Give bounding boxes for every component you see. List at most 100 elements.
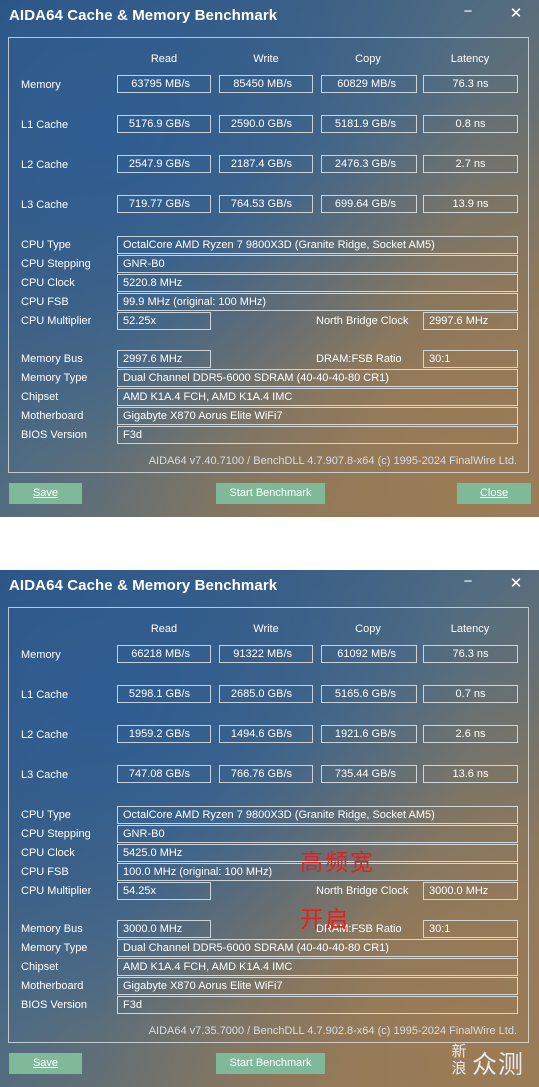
memory-latency-value: 76.3 ns xyxy=(423,645,518,663)
row-label-l3: L3 Cache xyxy=(21,769,69,781)
bios-version-label: BIOS Version xyxy=(21,999,88,1011)
cpu-multiplier-value: 52.25x xyxy=(117,312,211,330)
l1-read-value: 5298.1 GB/s xyxy=(117,685,211,703)
watermark-line2: 浪 xyxy=(451,1059,467,1077)
l3-copy-value: 699.64 GB/s xyxy=(321,195,417,213)
nb-clock-value: 3000.0 MHz xyxy=(423,882,518,900)
row-label-l2: L2 Cache xyxy=(21,729,69,741)
memory-type-label: Memory Type xyxy=(21,942,88,954)
nb-clock-label: North Bridge Clock xyxy=(316,315,409,327)
memory-write-value: 85450 MB/s xyxy=(219,75,313,93)
nb-clock-value: 2997.6 MHz xyxy=(423,312,518,330)
l3-copy-value: 735.44 GB/s xyxy=(321,765,417,783)
l1-read-value: 5176.9 GB/s xyxy=(117,115,211,133)
memory-bus-value: 2997.6 MHz xyxy=(117,350,211,368)
start-benchmark-button[interactable]: Start Benchmark xyxy=(216,483,325,504)
memory-bus-label: Memory Bus xyxy=(21,923,83,935)
l2-latency-value: 2.7 ns xyxy=(423,155,518,173)
memory-read-value: 66218 MB/s xyxy=(117,645,211,663)
cpu-clock-value: 5220.8 MHz xyxy=(117,274,518,292)
l3-read-value: 747.08 GB/s xyxy=(117,765,211,783)
cpu-type-label: CPU Type xyxy=(21,809,71,821)
l3-write-value: 764.53 GB/s xyxy=(219,195,313,213)
l2-latency-value: 2.6 ns xyxy=(423,725,518,743)
bios-version-value: F3d xyxy=(117,996,518,1014)
row-label-l1: L1 Cache xyxy=(21,119,69,131)
cpu-clock-label: CPU Clock xyxy=(21,277,75,289)
start-benchmark-button[interactable]: Start Benchmark xyxy=(216,1053,325,1074)
cpu-type-value: OctalCore AMD Ryzen 7 9800X3D (Granite R… xyxy=(117,806,518,824)
cpu-multiplier-label: CPU Multiplier xyxy=(21,315,92,327)
cpu-multiplier-label: CPU Multiplier xyxy=(21,885,92,897)
memory-type-value: Dual Channel DDR5-6000 SDRAM (40-40-40-8… xyxy=(117,939,518,957)
save-button[interactable]: Save xyxy=(9,1053,82,1074)
cpu-stepping-value: GNR-B0 xyxy=(117,825,518,843)
close-icon[interactable]: ✕ xyxy=(506,575,526,593)
bios-version-label: BIOS Version xyxy=(21,429,88,441)
minimize-icon[interactable]: − xyxy=(458,3,478,21)
nb-clock-label: North Bridge Clock xyxy=(316,885,409,897)
dram-ratio-label: DRAM:FSB Ratio xyxy=(316,353,402,365)
cpu-fsb-label: CPU FSB xyxy=(21,866,69,878)
cpu-fsb-value: 99.9 MHz (original: 100 MHz) xyxy=(117,293,518,311)
save-button[interactable]: Save xyxy=(9,483,82,504)
row-label-memory: Memory xyxy=(21,649,61,661)
l3-read-value: 719.77 GB/s xyxy=(117,195,211,213)
l3-latency-value: 13.9 ns xyxy=(423,195,518,213)
annotation-text-line2: 开启 xyxy=(300,907,350,933)
l2-read-value: 1959.2 GB/s xyxy=(117,725,211,743)
cpu-clock-label: CPU Clock xyxy=(21,847,75,859)
motherboard-value: Gigabyte X870 Aorus Elite WiFi7 xyxy=(117,977,518,995)
chipset-label: Chipset xyxy=(21,391,59,403)
row-label-l2: L2 Cache xyxy=(21,159,69,171)
close-button[interactable]: Close xyxy=(457,483,531,504)
l3-write-value: 766.76 GB/s xyxy=(219,765,313,783)
dram-ratio-value: 30:1 xyxy=(423,350,518,368)
l2-copy-value: 1921.6 GB/s xyxy=(321,725,417,743)
l1-latency-value: 0.8 ns xyxy=(423,115,518,133)
header-latency: Latency xyxy=(450,53,490,65)
close-icon[interactable]: ✕ xyxy=(506,5,526,23)
memory-write-value: 91322 MB/s xyxy=(219,645,313,663)
chipset-value: AMD K1A.4 FCH, AMD K1A.4 IMC xyxy=(117,958,518,976)
minimize-icon[interactable]: − xyxy=(458,573,478,591)
cpu-stepping-label: CPU Stepping xyxy=(21,828,91,840)
l1-write-value: 2685.0 GB/s xyxy=(219,685,313,703)
l2-write-value: 2187.4 GB/s xyxy=(219,155,313,173)
l3-latency-value: 13.6 ns xyxy=(423,765,518,783)
l1-copy-value: 5181.9 GB/s xyxy=(321,115,417,133)
cpu-stepping-label: CPU Stepping xyxy=(21,258,91,270)
memory-bus-value: 3000.0 MHz xyxy=(117,920,211,938)
bios-version-value: F3d xyxy=(117,426,518,444)
motherboard-value: Gigabyte X870 Aorus Elite WiFi7 xyxy=(117,407,518,425)
memory-bus-label: Memory Bus xyxy=(21,353,83,365)
cpu-multiplier-value: 54.25x xyxy=(117,882,211,900)
row-label-l1: L1 Cache xyxy=(21,689,69,701)
l1-write-value: 2590.0 GB/s xyxy=(219,115,313,133)
annotation-text-line1: 高频宽 xyxy=(300,850,375,876)
benchmark-window-after: AIDA64 Cache & Memory Benchmark − ✕ Read… xyxy=(0,570,539,1087)
memory-latency-value: 76.3 ns xyxy=(423,75,518,93)
window-title: AIDA64 Cache & Memory Benchmark xyxy=(9,577,278,594)
motherboard-label: Motherboard xyxy=(21,410,84,422)
memory-type-value: Dual Channel DDR5-6000 SDRAM (40-40-40-8… xyxy=(117,369,518,387)
l2-write-value: 1494.6 GB/s xyxy=(219,725,313,743)
save-button-label: Save xyxy=(32,487,59,499)
dram-ratio-value: 30:1 xyxy=(423,920,518,938)
memory-copy-value: 61092 MB/s xyxy=(321,645,417,663)
benchmark-window-before: AIDA64 Cache & Memory Benchmark − ✕ Read… xyxy=(0,0,539,517)
row-label-memory: Memory xyxy=(21,79,61,91)
cpu-type-value: OctalCore AMD Ryzen 7 9800X3D (Granite R… xyxy=(117,236,518,254)
row-label-l3: L3 Cache xyxy=(21,199,69,211)
save-button-label: Save xyxy=(32,1057,59,1069)
version-footer: AIDA64 v7.40.7100 / BenchDLL 4.7.907.8-x… xyxy=(148,455,517,467)
memory-read-value: 63795 MB/s xyxy=(117,75,211,93)
chipset-value: AMD K1A.4 FCH, AMD K1A.4 IMC xyxy=(117,388,518,406)
watermark-brand: 众测 xyxy=(472,1050,525,1079)
l1-copy-value: 5165.6 GB/s xyxy=(321,685,417,703)
watermark-line1: 新 xyxy=(451,1042,467,1060)
l2-read-value: 2547.9 GB/s xyxy=(117,155,211,173)
close-button-label: Close xyxy=(479,487,509,499)
l2-copy-value: 2476.3 GB/s xyxy=(321,155,417,173)
window-title: AIDA64 Cache & Memory Benchmark xyxy=(9,7,278,24)
